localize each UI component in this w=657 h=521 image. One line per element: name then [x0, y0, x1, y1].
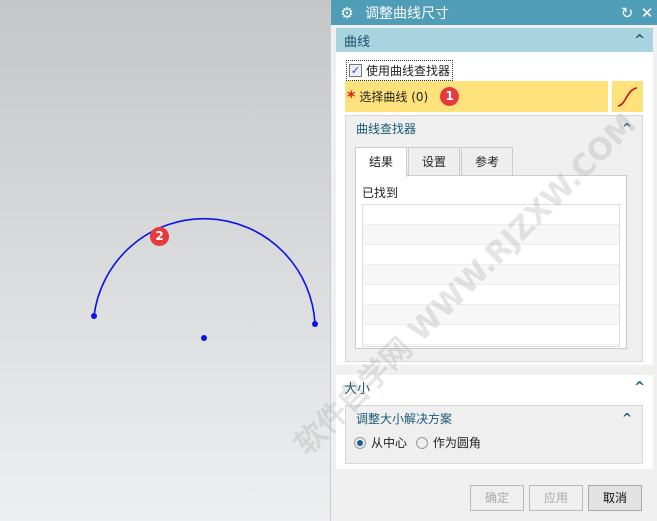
apply-button[interactable]: 应用 [529, 485, 583, 511]
required-asterisk-icon: * [347, 87, 356, 106]
tab-settings[interactable]: 设置 [408, 147, 460, 176]
step-badge-2: 2 [150, 227, 169, 246]
curve-section: 曲线 ^ ✓ 使用曲线查找器 * 选择曲线 (0) 1 曲线查找器 ^ 结果 设置 参考… [336, 28, 653, 365]
list-item[interactable] [363, 325, 619, 345]
ok-button[interactable]: 确定 [470, 485, 524, 511]
tab-reference[interactable]: 参考 [461, 147, 513, 176]
size-section: 大小 ^ 调整大小解决方案 ^ 从中心 作为圆角 [336, 375, 653, 469]
arc-center-point [201, 335, 207, 341]
checkbox-checked-icon: ✓ [349, 64, 362, 77]
graphics-canvas[interactable]: 2 [0, 0, 330, 521]
radio-selected-icon [354, 436, 366, 449]
cancel-button[interactable]: 取消 [588, 485, 642, 511]
title-bar: ⚙ 调整曲线尺寸 ↻ ✕ [331, 0, 657, 25]
section-title: 曲线 [344, 34, 371, 50]
section-title: 大小 [344, 381, 371, 397]
results-list[interactable] [362, 204, 620, 347]
size-section-header[interactable]: 大小 ^ [336, 375, 653, 399]
chevron-up-icon[interactable]: ^ [634, 380, 645, 395]
use-curve-finder-checkbox[interactable]: ✓ 使用曲线查找器 [346, 60, 454, 81]
gear-icon[interactable]: ⚙ [337, 4, 357, 22]
curve-finder-panel: 曲线查找器 ^ 结果 设置 参考 已找到 [345, 115, 643, 362]
chevron-up-icon[interactable]: ^ [622, 121, 632, 135]
panel-title: 曲线查找器 [356, 121, 417, 136]
radio-as-fillet[interactable]: 作为圆角 [415, 434, 481, 451]
resize-solution-header[interactable]: 调整大小解决方案 ^ [346, 406, 642, 430]
dialog-title: 调整曲线尺寸 [365, 5, 449, 22]
curve-finder-header[interactable]: 曲线查找器 ^ [346, 116, 642, 140]
list-item[interactable] [363, 265, 619, 285]
radio-from-center[interactable]: 从中心 [354, 434, 407, 451]
select-curve-row[interactable]: * 选择曲线 (0) 1 [345, 81, 608, 112]
panel-title: 调整大小解决方案 [356, 411, 453, 426]
arc-end-point [312, 321, 318, 327]
reset-icon[interactable]: ↻ [617, 4, 637, 22]
radio-unselected-icon [415, 436, 428, 449]
checkbox-label: 使用曲线查找器 [366, 64, 451, 78]
list-item[interactable] [363, 225, 619, 245]
radio-label: 作为圆角 [432, 436, 481, 450]
radio-label: 从中心 [371, 436, 408, 450]
list-item[interactable] [363, 285, 619, 305]
close-icon[interactable]: ✕ [637, 4, 657, 22]
arc-curve[interactable] [0, 0, 330, 521]
list-item[interactable] [363, 245, 619, 265]
tab-results[interactable]: 结果 [355, 147, 407, 177]
list-item[interactable] [363, 205, 619, 225]
chevron-up-icon[interactable]: ^ [634, 33, 645, 48]
step-badge-1: 1 [440, 87, 460, 106]
chevron-up-icon[interactable]: ^ [622, 411, 632, 425]
curve-selector-icon[interactable] [612, 81, 643, 112]
results-panel: 已找到 [355, 175, 627, 349]
resize-curve-dialog: ⚙ 调整曲线尺寸 ↻ ✕ 曲线 ^ ✓ 使用曲线查找器 * 选择曲线 (0) 1 曲线… [330, 0, 657, 521]
select-curve-label: 选择曲线 (0) [359, 90, 429, 104]
found-label: 已找到 [362, 186, 399, 200]
resize-solution-panel: 调整大小解决方案 ^ 从中心 作为圆角 [345, 405, 643, 464]
list-item[interactable] [363, 305, 619, 325]
arc-start-point [91, 313, 97, 319]
curve-section-header[interactable]: 曲线 ^ [336, 28, 653, 52]
